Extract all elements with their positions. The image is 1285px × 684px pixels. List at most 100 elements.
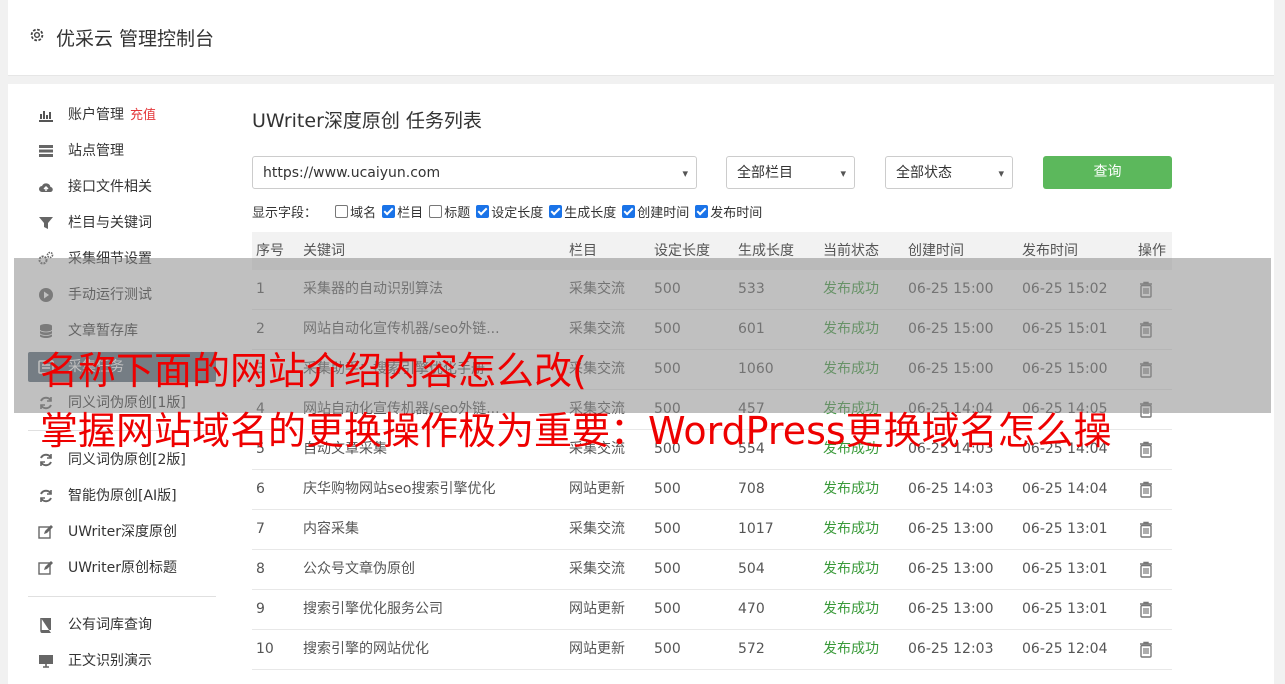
column-select[interactable]: 全部栏目 ▾ xyxy=(726,156,855,189)
site-select[interactable]: https://www.ucaiyun.com ▾ xyxy=(252,156,697,189)
monitor-icon xyxy=(39,655,53,668)
field-checkbox[interactable] xyxy=(622,205,636,218)
field-option[interactable]: 创建时间 xyxy=(622,202,689,221)
sidebar-item[interactable]: 正文识别演示 xyxy=(28,646,216,676)
book-icon xyxy=(40,618,51,633)
field-option[interactable]: 生成长度 xyxy=(549,202,616,221)
field-option-label: 域名 xyxy=(350,206,377,221)
server-icon xyxy=(39,145,53,157)
table-cell: 500 xyxy=(654,481,681,497)
field-checkbox[interactable] xyxy=(382,205,396,218)
sidebar-item[interactable]: 账户管理 充值 xyxy=(28,100,216,130)
top-bar: 优采云 管理控制台 xyxy=(8,0,1274,76)
table-cell: 发布成功 xyxy=(823,521,879,537)
status-select[interactable]: 全部状态 ▾ xyxy=(885,156,1013,189)
table-row: 8 公众号文章伪原创 采集交流 500 504 发布成功 06-25 13:00 06-25 … xyxy=(252,550,1172,590)
field-checkbox[interactable] xyxy=(476,205,490,218)
table-cell: 1017 xyxy=(738,521,774,537)
sidebar-item-label: UWriter原创标题 xyxy=(68,560,177,576)
table-cell: 庆华购物网站seo搜索引擎优化 xyxy=(303,481,496,497)
trash-icon[interactable] xyxy=(1138,641,1154,658)
chevron-down-icon: ▾ xyxy=(682,167,688,180)
table-cell: 内容采集 xyxy=(303,521,359,537)
table-cell: 06-25 13:01 xyxy=(1022,521,1108,537)
table-cell: 500 xyxy=(654,601,681,617)
table-cell: 504 xyxy=(738,561,765,577)
table-cell: 9 xyxy=(256,601,265,617)
field-option-label: 标题 xyxy=(444,206,471,221)
table-cell: 发布成功 xyxy=(823,641,879,657)
bar-chart-icon xyxy=(39,111,53,122)
field-checkbox[interactable] xyxy=(695,205,709,218)
table-cell: 06-25 13:00 xyxy=(908,521,994,537)
sidebar-item[interactable]: 站点管理 xyxy=(28,136,216,166)
chevron-down-icon: ▾ xyxy=(998,167,1004,180)
edit-icon xyxy=(38,525,53,539)
table-cell: 搜索引擎优化服务公司 xyxy=(303,601,443,617)
table-cell: 500 xyxy=(654,641,681,657)
recharge-link[interactable]: 充值 xyxy=(130,108,156,123)
page-title: UWriter深度原创 任务列表 xyxy=(252,110,482,132)
refresh-icon xyxy=(40,489,52,503)
field-option[interactable]: 栏目 xyxy=(382,202,423,221)
sidebar-item-label: 栏目与关键词 xyxy=(68,215,152,231)
sidebar-item[interactable]: UWriter深度原创 xyxy=(28,517,216,547)
trash-icon[interactable] xyxy=(1138,561,1154,578)
table-cell: 发布成功 xyxy=(823,561,879,577)
filter-icon xyxy=(39,217,53,229)
status-select-value: 全部状态 xyxy=(896,165,952,181)
table-cell: 发布成功 xyxy=(823,601,879,617)
overlay-title-line-1: 名称下面的网站介绍内容怎么改( xyxy=(40,349,587,393)
table-cell: 500 xyxy=(654,521,681,537)
table-cell: 采集交流 xyxy=(569,521,625,537)
menu-divider xyxy=(28,596,216,597)
table-cell: 公众号文章伪原创 xyxy=(303,561,415,577)
sidebar-item[interactable]: 栏目与关键词 xyxy=(28,208,216,238)
trash-icon[interactable] xyxy=(1138,601,1154,618)
field-option[interactable]: 域名 xyxy=(335,202,376,221)
table-cell: 搜索引擎的网站优化 xyxy=(303,641,429,657)
table-cell: 网站更新 xyxy=(569,601,625,617)
table-cell: 网站更新 xyxy=(569,481,625,497)
field-option[interactable]: 设定长度 xyxy=(476,202,543,221)
field-option[interactable]: 标题 xyxy=(429,202,470,221)
table-row: 9 搜索引擎优化服务公司 网站更新 500 470 发布成功 06-25 13:00 06-2… xyxy=(252,590,1172,630)
table-cell: 7 xyxy=(256,521,265,537)
table-cell: 8 xyxy=(256,561,265,577)
trash-icon[interactable] xyxy=(1138,441,1154,458)
table-cell: 06-25 13:01 xyxy=(1022,561,1108,577)
trash-icon[interactable] xyxy=(1138,481,1154,498)
sidebar-item[interactable]: 接口文件相关 xyxy=(28,172,216,202)
trash-icon[interactable] xyxy=(1138,521,1154,538)
sidebar-item[interactable]: 公有词库查询 xyxy=(28,610,216,640)
table-cell: 发布成功 xyxy=(823,481,879,497)
gear-icon xyxy=(30,28,44,42)
page-scrollbar[interactable] xyxy=(1274,0,1285,671)
table-cell: 470 xyxy=(738,601,765,617)
table-cell: 采集交流 xyxy=(569,561,625,577)
field-checkbox[interactable] xyxy=(335,205,349,218)
overlay-title-line-2: 掌握网站域名的更换操作极为重要：WordPress更换域名怎么操 xyxy=(40,409,1112,453)
app-title: 优采云 管理控制台 xyxy=(56,28,215,50)
table-cell: 06-25 13:01 xyxy=(1022,601,1108,617)
sidebar-item-label: 站点管理 xyxy=(68,143,124,159)
table-cell: 06-25 13:00 xyxy=(908,561,994,577)
table-cell: 网站更新 xyxy=(569,641,625,657)
field-option-label: 创建时间 xyxy=(637,206,690,221)
sidebar-item[interactable]: UWriter原创标题 xyxy=(28,553,216,583)
field-option[interactable]: 发布时间 xyxy=(695,202,762,221)
field-checkbox[interactable] xyxy=(429,205,443,218)
table-cell: 06-25 14:03 xyxy=(908,481,994,497)
table-row: 10 搜索引擎的网站优化 网站更新 500 572 发布成功 06-25 12:03 06-2… xyxy=(252,630,1172,670)
sidebar-item-label: 正文识别演示 xyxy=(68,653,152,669)
field-checkbox[interactable] xyxy=(549,205,563,218)
chevron-down-icon: ▾ xyxy=(840,167,846,180)
edit-icon xyxy=(38,561,53,575)
field-option-label: 栏目 xyxy=(397,206,424,221)
table-cell: 500 xyxy=(654,561,681,577)
cloud-upload-icon xyxy=(39,183,53,193)
table-row: 7 内容采集 采集交流 500 1017 发布成功 06-25 13:00 06-25 13:… xyxy=(252,510,1172,550)
sidebar-item[interactable]: 智能伪原创[AI版] xyxy=(28,481,216,511)
query-button[interactable]: 查询 xyxy=(1043,156,1172,189)
sidebar-item-label: 公有词库查询 xyxy=(68,617,152,633)
